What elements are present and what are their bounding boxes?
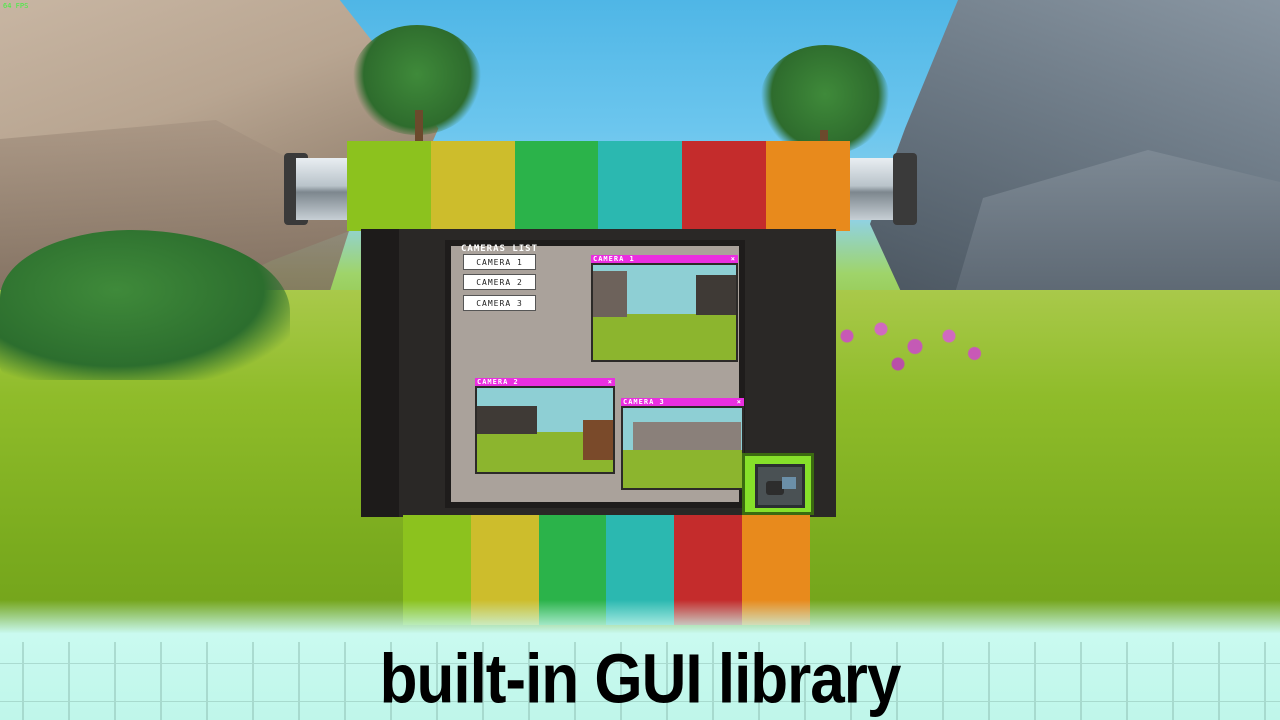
monitor-top-frame xyxy=(347,141,850,231)
camera-1-window[interactable]: CAMERA 1 × xyxy=(591,255,738,362)
frame-stripe xyxy=(598,141,683,231)
gui-screen: CAMERAS LIST CAMERA 1 CAMERA 2 CAMERA 3 … xyxy=(445,240,745,508)
camera-3-window[interactable]: CAMERA 3 × xyxy=(621,398,744,490)
frame-stripe xyxy=(514,141,599,231)
frame-stripe xyxy=(682,141,767,231)
camera-1-title: CAMERA 1 xyxy=(593,255,635,263)
camera-2-title: CAMERA 2 xyxy=(477,378,519,386)
frame-stripe xyxy=(430,141,515,231)
right-bearing-cap xyxy=(893,153,917,225)
camera-3-view xyxy=(621,406,744,490)
camera-2-window[interactable]: CAMERA 2 × xyxy=(475,378,615,474)
camera-3-button[interactable]: CAMERA 3 xyxy=(463,295,536,311)
camera-1-button[interactable]: CAMERA 1 xyxy=(463,254,536,270)
frame-stripe xyxy=(347,141,431,231)
camera-controller-block xyxy=(742,453,814,515)
flowers xyxy=(830,315,1000,385)
cameras-list-title: CAMERAS LIST xyxy=(461,244,539,254)
frame-stripe xyxy=(766,141,850,231)
camera-3-title: CAMERA 3 xyxy=(623,398,665,406)
camera-2-title-bar[interactable]: CAMERA 2 × xyxy=(475,378,615,386)
camera-lens-icon xyxy=(782,477,796,489)
close-icon[interactable]: × xyxy=(608,378,613,386)
camera-2-button[interactable]: CAMERA 2 xyxy=(463,274,536,290)
fps-counter: 64 FPS xyxy=(3,2,29,10)
camera-1-title-bar[interactable]: CAMERA 1 × xyxy=(591,255,738,263)
close-icon[interactable]: × xyxy=(731,255,736,263)
controller-panel xyxy=(755,464,805,508)
close-icon[interactable]: × xyxy=(737,398,742,406)
camera-2-view xyxy=(475,386,615,474)
caption-text: built-in GUI library xyxy=(379,640,902,719)
camera-3-title-bar[interactable]: CAMERA 3 × xyxy=(621,398,744,406)
camera-1-view xyxy=(591,263,738,362)
